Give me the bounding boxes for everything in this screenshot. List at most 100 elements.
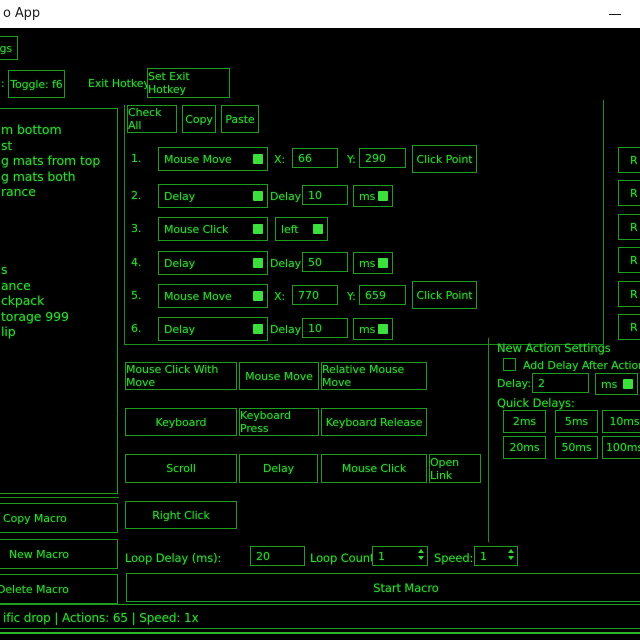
remove-row-label: R — [630, 221, 638, 234]
remove-row-button[interactable]: R — [618, 147, 640, 173]
add-right-click-button[interactable]: Right Click — [125, 501, 237, 529]
copy-macro-button[interactable]: Copy Macro — [0, 503, 118, 533]
loop-count-value: 1 — [378, 550, 385, 563]
spin-up-icon[interactable] — [418, 549, 424, 553]
row-number: 6. — [131, 322, 141, 335]
action-type-dropdown[interactable]: Delay — [158, 317, 268, 341]
quick-delay-50ms-button[interactable]: 50ms — [555, 436, 598, 459]
status-text: ific drop | Actions: 65 | Speed: 1x — [3, 611, 199, 625]
delete-macro-label: Delete Macro — [0, 583, 69, 596]
minimize-button[interactable] — [598, 0, 632, 28]
loop-count-spinner[interactable]: 1 — [372, 546, 428, 566]
copy-button[interactable]: Copy — [182, 105, 216, 133]
toggle-hotkey-button[interactable]: Toggle: f6 — [8, 70, 65, 98]
add-delay-after-action-label: Add Delay After Action — [523, 359, 640, 372]
action-type-dropdown[interactable]: Mouse Move — [158, 284, 268, 308]
quick-delay-10ms-button[interactable]: 10ms — [602, 410, 640, 433]
x-input[interactable] — [292, 285, 338, 305]
action-type-value: Mouse Move — [164, 290, 232, 303]
add-action-label: Relative Mouse Move — [322, 363, 426, 389]
spin-down-icon[interactable] — [508, 556, 514, 560]
spinner-arrows[interactable] — [508, 549, 514, 560]
add-mouse-move-button[interactable]: Mouse Move — [239, 362, 319, 390]
spin-down-icon[interactable] — [418, 556, 424, 560]
delay-input[interactable] — [302, 185, 348, 205]
remove-row-label: R — [630, 154, 638, 167]
paste-label: Paste — [225, 113, 254, 126]
macro-list-item[interactable]: ance — [0, 278, 117, 294]
remove-row-button[interactable]: R — [618, 247, 640, 273]
remove-row-button[interactable]: R — [618, 214, 640, 240]
macro-list[interactable]: m bottom st g mats from top g mats both … — [0, 108, 118, 494]
settings-delay-unit-dropdown[interactable]: ms — [595, 373, 638, 395]
macro-list-item[interactable]: m bottom — [0, 122, 117, 138]
app-window: o App gs : Toggle: f6 Exit Hotkey: Set E… — [0, 0, 640, 640]
action-type-dropdown[interactable]: Mouse Click — [158, 217, 268, 241]
action-type-dropdown[interactable]: Delay — [158, 184, 268, 208]
quick-delay-100ms-button[interactable]: 100ms — [602, 436, 640, 459]
action-type-value: Delay — [164, 190, 195, 203]
quick-delays-label: Quick Delays: — [497, 396, 575, 410]
click-point-button[interactable]: Click Point — [412, 281, 477, 309]
spinner-arrows[interactable] — [418, 549, 424, 560]
action-type-value: Delay — [164, 257, 195, 270]
quick-delay-label: 100ms — [606, 441, 640, 454]
delay-input[interactable] — [302, 318, 348, 338]
macro-list-item[interactable]: lip — [0, 324, 117, 340]
action-type-dropdown[interactable]: Mouse Move — [158, 147, 268, 171]
x-input[interactable] — [292, 148, 338, 168]
mouse-button-value: left — [281, 223, 298, 236]
add-scroll-button[interactable]: Scroll — [125, 454, 237, 483]
loop-delay-input[interactable] — [250, 546, 305, 566]
macro-list-item[interactable]: ckpack — [0, 293, 117, 309]
settings-delay-input[interactable] — [532, 373, 589, 393]
spin-up-icon[interactable] — [508, 549, 514, 553]
add-keyboard-release-button[interactable]: Keyboard Release — [321, 408, 427, 436]
delete-macro-button[interactable]: Delete Macro — [0, 574, 118, 604]
quick-delay-2ms-button[interactable]: 2ms — [503, 410, 546, 433]
speed-spinner[interactable]: 1 — [474, 546, 518, 566]
delay-unit-dropdown[interactable]: ms — [353, 318, 393, 340]
quick-delay-5ms-button[interactable]: 5ms — [555, 410, 598, 433]
start-macro-button[interactable]: Start Macro — [126, 573, 640, 602]
check-all-button[interactable]: Check All — [127, 105, 177, 133]
remove-row-button[interactable]: R — [618, 314, 640, 340]
macro-list-item[interactable]: g mats from top — [0, 153, 117, 169]
new-macro-button[interactable]: New Macro — [0, 539, 118, 569]
paste-button[interactable]: Paste — [221, 105, 259, 133]
macro-list-item[interactable]: st — [0, 138, 117, 154]
macro-list-item[interactable]: rance — [0, 184, 117, 200]
add-relative-mouse-move-button[interactable]: Relative Mouse Move — [321, 362, 427, 390]
delay-unit-dropdown[interactable]: ms — [353, 185, 393, 207]
add-keyboard-press-button[interactable]: Keyboard Press — [239, 408, 319, 436]
y-input[interactable] — [359, 285, 406, 305]
macro-list-item[interactable]: g mats both — [0, 169, 117, 185]
action-type-dropdown[interactable]: Delay — [158, 251, 268, 275]
exit-hotkey-label: Exit Hotkey: — [88, 77, 153, 90]
mouse-button-dropdown[interactable]: left — [275, 217, 328, 241]
set-exit-hotkey-button-label: Set Exit Hotkey — [148, 70, 229, 96]
macro-list-item[interactable]: torage 999 — [0, 309, 117, 325]
delay-input[interactable] — [302, 252, 348, 272]
y-input[interactable] — [359, 148, 406, 168]
delay-label: Delay — [270, 323, 301, 336]
set-exit-hotkey-button[interactable]: Set Exit Hotkey — [147, 68, 230, 98]
macro-list-item[interactable]: s — [0, 262, 117, 278]
remove-row-button[interactable]: R — [618, 180, 640, 206]
add-keyboard-button[interactable]: Keyboard — [125, 408, 237, 436]
add-delay-button[interactable]: Delay — [239, 454, 318, 483]
add-open-link-button[interactable]: Open Link — [429, 454, 481, 483]
add-delay-after-action-checkbox[interactable] — [503, 358, 516, 371]
add-mouse-click-with-move-button[interactable]: Mouse Click With Move — [125, 362, 237, 390]
quick-delay-label: 10ms — [609, 415, 639, 428]
delay-unit-dropdown[interactable]: ms — [353, 252, 393, 274]
tab-settings[interactable]: gs — [0, 36, 18, 60]
quick-delay-label: 20ms — [509, 441, 539, 454]
dropdown-indicator-icon — [378, 191, 388, 201]
quick-delay-20ms-button[interactable]: 20ms — [503, 436, 546, 459]
status-bar: ific drop | Actions: 65 | Speed: 1x — [0, 604, 640, 629]
dropdown-indicator-icon — [253, 258, 263, 268]
remove-row-button[interactable]: R — [618, 281, 640, 307]
add-mouse-click-button[interactable]: Mouse Click — [321, 454, 427, 483]
click-point-button[interactable]: Click Point — [412, 145, 477, 173]
